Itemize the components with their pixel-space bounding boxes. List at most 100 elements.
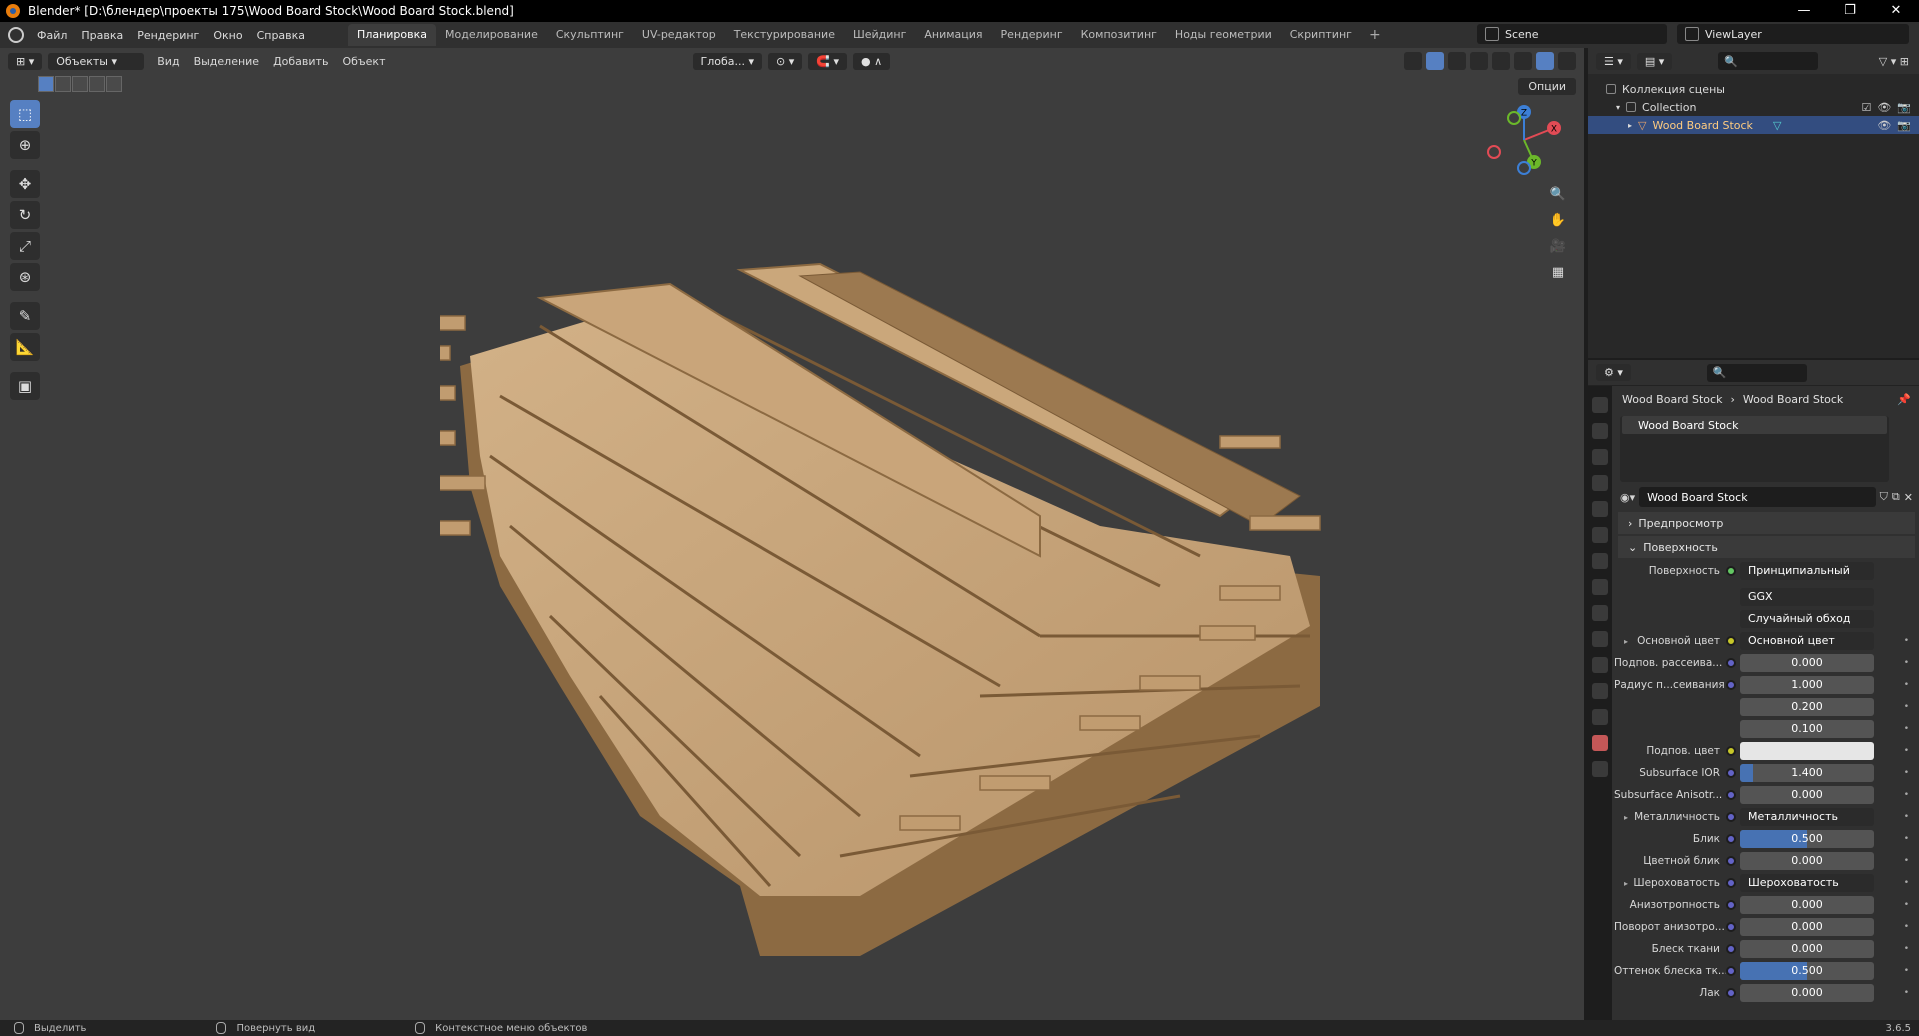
add-workspace-button[interactable]: + [1361, 27, 1389, 43]
select-subtract-mode-icon[interactable] [72, 76, 88, 92]
add-cube-tool-icon[interactable]: ▣ [10, 372, 40, 400]
keyframe-dot-icon[interactable]: • [1904, 680, 1909, 690]
tab-rendering[interactable]: Рендеринг [992, 24, 1072, 46]
annotate-tool-icon[interactable]: ✎ [10, 302, 40, 330]
socket-icon[interactable] [1726, 790, 1736, 800]
number-field[interactable]: 0.000 [1740, 940, 1874, 958]
tab-geometry-nodes[interactable]: Ноды геометрии [1166, 24, 1281, 46]
keyframe-dot-icon[interactable]: • [1904, 812, 1909, 822]
subsurface-method-dropdown[interactable]: Случайный обход [1740, 610, 1874, 628]
checkbox-icon[interactable]: ☑ [1861, 101, 1871, 114]
socket-icon[interactable] [1726, 966, 1736, 976]
select-invert-mode-icon[interactable] [89, 76, 105, 92]
number-field[interactable]: 0.200 [1740, 698, 1874, 716]
socket-icon[interactable] [1726, 566, 1736, 576]
orientation-dropdown[interactable]: Глоба... ▾ [692, 52, 763, 70]
filter-icon[interactable]: ▽ ▾ ⊞ [1879, 55, 1909, 68]
properties-search-input[interactable]: 🔍 [1706, 363, 1807, 382]
pin-icon[interactable]: 📌 [1897, 393, 1911, 406]
select-new-mode-icon[interactable] [38, 76, 54, 92]
expand-arrow-icon[interactable]: ▸ [1624, 813, 1628, 822]
menu-object[interactable]: Объект [335, 55, 392, 68]
navigation-gizmo[interactable]: X Y Z [1484, 100, 1564, 180]
keyframe-dot-icon[interactable]: • [1904, 878, 1909, 888]
material-slot-item[interactable]: Wood Board Stock [1622, 416, 1887, 434]
modifier-tab-icon[interactable] [1592, 605, 1608, 621]
socket-icon[interactable] [1726, 834, 1736, 844]
eye-icon[interactable]: 👁 [1877, 101, 1891, 114]
socket-icon[interactable] [1726, 900, 1736, 910]
menu-render[interactable]: Рендеринг [130, 29, 206, 42]
number-field[interactable]: 1.400 [1740, 764, 1874, 782]
select-box-tool-icon[interactable]: ⬚ [10, 100, 40, 128]
number-field[interactable]: 0.100 [1740, 720, 1874, 738]
physics-tab-icon[interactable] [1592, 657, 1608, 673]
tab-layout[interactable]: Планировка [348, 24, 437, 46]
expand-arrow-icon[interactable]: ▸ [1624, 637, 1628, 646]
distribution-dropdown[interactable]: GGX [1740, 588, 1874, 606]
number-field[interactable]: 0.500 [1740, 962, 1874, 980]
keyframe-dot-icon[interactable]: • [1904, 702, 1909, 712]
solid-shading-icon[interactable] [1514, 52, 1532, 70]
menu-view[interactable]: Вид [150, 55, 186, 68]
tab-compositing[interactable]: Композитинг [1072, 24, 1166, 46]
scene-selector[interactable]: Scene [1477, 24, 1667, 44]
keyframe-dot-icon[interactable]: • [1904, 900, 1909, 910]
tool-tab-icon[interactable] [1592, 397, 1608, 413]
menu-help[interactable]: Справка [250, 29, 312, 42]
view-layer-tab-icon[interactable] [1592, 475, 1608, 491]
keyframe-dot-icon[interactable]: • [1904, 988, 1909, 998]
maximize-button[interactable]: ❐ [1827, 0, 1873, 22]
tab-uv-editing[interactable]: UV-редактор [633, 24, 725, 46]
keyframe-dot-icon[interactable]: • [1904, 658, 1909, 668]
camera-icon[interactable]: 📷 [1897, 101, 1911, 114]
socket-icon[interactable] [1726, 922, 1736, 932]
tab-texture-paint[interactable]: Текстурирование [725, 24, 844, 46]
preview-panel-header[interactable]: › Предпросмотр [1618, 512, 1915, 534]
eye-icon[interactable]: 👁 [1877, 119, 1891, 132]
keyframe-dot-icon[interactable]: • [1904, 768, 1909, 778]
world-tab-icon[interactable] [1592, 527, 1608, 543]
overlay-toggle-icon[interactable] [1448, 52, 1466, 70]
keyframe-dot-icon[interactable]: • [1904, 922, 1909, 932]
color-field[interactable] [1740, 742, 1874, 760]
pivot-dropdown[interactable]: ⊙ ▾ [768, 52, 803, 70]
camera-view-icon[interactable]: 🎥 [1546, 234, 1570, 258]
linked-input-field[interactable]: Металличность [1740, 808, 1874, 826]
mode-dropdown[interactable]: Объекты ▾ [48, 52, 145, 70]
keyframe-dot-icon[interactable]: • [1904, 746, 1909, 756]
object-tab-icon[interactable] [1592, 579, 1608, 595]
material-slot-list[interactable]: Wood Board Stock [1620, 416, 1889, 482]
fake-user-icon[interactable]: ⛉ [1880, 490, 1888, 504]
expand-arrow-icon[interactable]: ▾ [1616, 103, 1620, 112]
tab-animation[interactable]: Анимация [915, 24, 991, 46]
material-browse-icon[interactable]: ◉▾ [1620, 491, 1635, 504]
gizmo-toggle-icon[interactable] [1426, 52, 1444, 70]
constraints-tab-icon[interactable] [1592, 683, 1608, 699]
number-field[interactable]: 0.000 [1740, 852, 1874, 870]
duplicate-material-icon[interactable]: ⧉ [1892, 490, 1900, 504]
3d-viewport[interactable]: ⊞ ▾ Объекты ▾ Вид Выделение Добавить Объ… [0, 48, 1584, 1020]
number-field[interactable]: 0.000 [1740, 984, 1874, 1002]
move-tool-icon[interactable]: ✥ [10, 170, 40, 198]
socket-icon[interactable] [1726, 768, 1736, 778]
socket-icon[interactable] [1726, 658, 1736, 668]
socket-icon[interactable] [1726, 944, 1736, 954]
outliner-search-input[interactable]: 🔍 [1718, 52, 1819, 70]
socket-icon[interactable] [1726, 746, 1736, 756]
zoom-icon[interactable]: 🔍 [1546, 182, 1570, 206]
number-field[interactable]: 0.000 [1740, 918, 1874, 936]
wireframe-shading-icon[interactable] [1492, 52, 1510, 70]
keyframe-dot-icon[interactable]: • [1904, 856, 1909, 866]
render-tab-icon[interactable] [1592, 423, 1608, 439]
object-row-wood-board-stock[interactable]: ▸ ▽ Wood Board Stock ▽ 👁 📷 [1588, 116, 1919, 134]
select-intersect-mode-icon[interactable] [106, 76, 122, 92]
perspective-toggle-icon[interactable]: ▦ [1546, 260, 1570, 284]
pan-hand-icon[interactable]: ✋ [1546, 208, 1570, 232]
socket-icon[interactable] [1726, 878, 1736, 888]
outliner-editor-type-button[interactable]: ☰ ▾ [1596, 52, 1631, 70]
material-preview-shading-icon[interactable] [1536, 52, 1554, 70]
menu-edit[interactable]: Правка [74, 29, 130, 42]
expand-arrow-icon[interactable]: ▸ [1624, 879, 1628, 888]
keyframe-dot-icon[interactable]: • [1904, 834, 1909, 844]
